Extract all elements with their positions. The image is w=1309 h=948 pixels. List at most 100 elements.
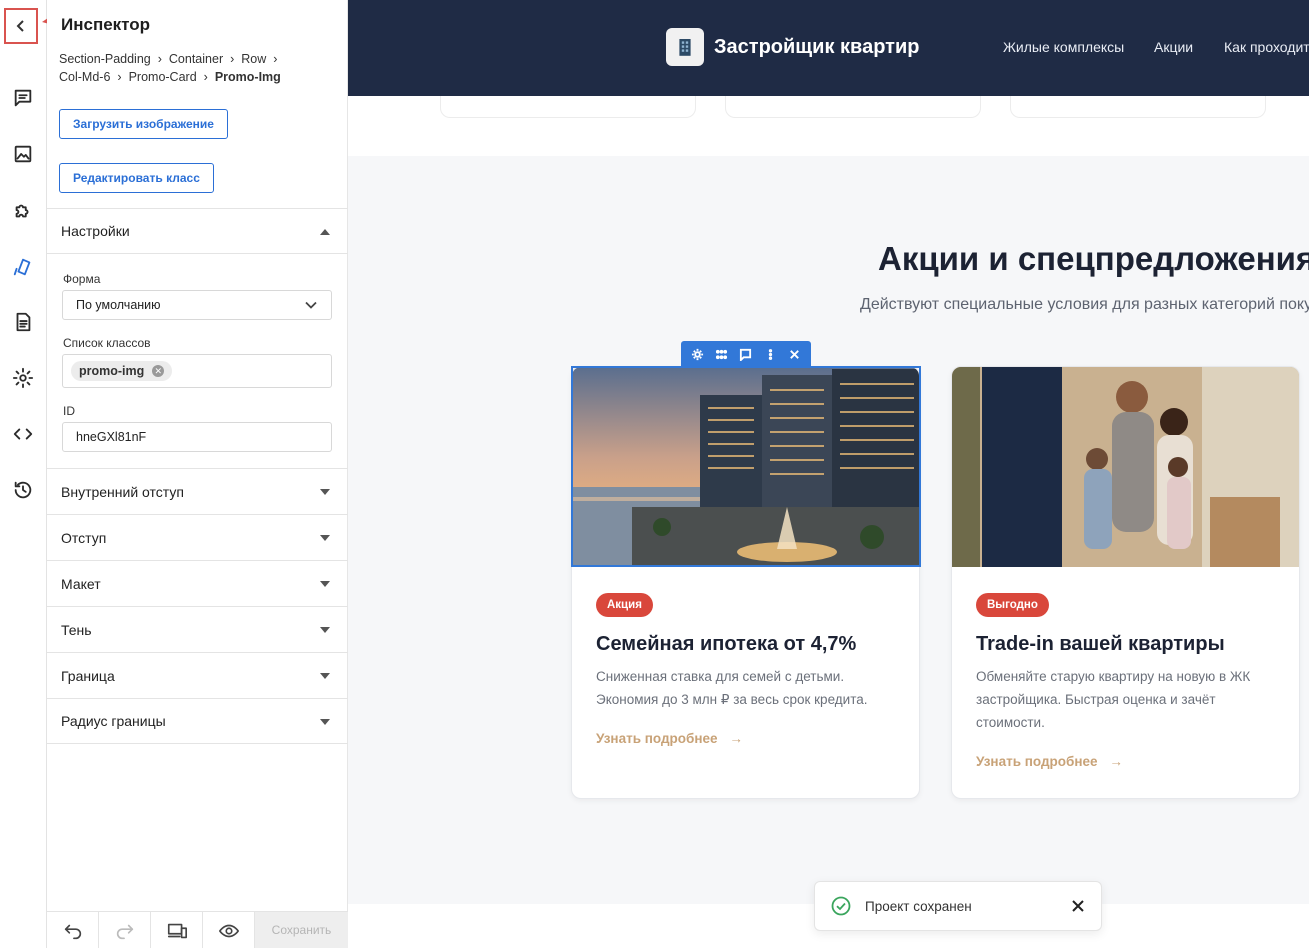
drag-handle-icon[interactable] [715, 348, 728, 361]
history-button[interactable] [8, 475, 38, 505]
building-icon [679, 39, 691, 56]
tool-rail [0, 0, 47, 948]
shadow-section-header[interactable]: Тень [47, 606, 348, 652]
more-vertical-icon[interactable] [764, 348, 777, 361]
brush-icon [13, 258, 31, 276]
chevron-left-icon [16, 20, 24, 32]
inspector-title: Инспектор [61, 15, 151, 34]
chevron-right-icon: › [203, 70, 208, 84]
learn-more-link[interactable]: Узнать подробнее → [976, 754, 1123, 769]
element-toolbar [681, 341, 811, 367]
caret-down-icon [320, 581, 330, 587]
undo-button[interactable] [47, 912, 99, 948]
close-icon[interactable] [788, 348, 801, 361]
media-button[interactable] [8, 139, 38, 169]
gear-icon [12, 367, 34, 389]
code-button[interactable] [8, 419, 38, 449]
style-button[interactable] [8, 252, 38, 282]
nav-link[interactable]: Как проходит [1224, 39, 1309, 55]
card-title: Семейная ипотека от 4,7% [596, 633, 857, 655]
margin-section-header[interactable]: Отступ [47, 514, 348, 560]
border-radius-section-header[interactable]: Радиус границы [47, 698, 348, 744]
section-title: Акции и спецпредложения [878, 240, 1309, 277]
comments-button[interactable] [8, 83, 38, 113]
border-section-header[interactable]: Граница [47, 652, 348, 698]
chevron-right-icon: › [117, 70, 122, 84]
id-label: ID [63, 404, 75, 418]
bottom-toolbar: Сохранить [47, 911, 348, 948]
class-chip-label: promo-img [79, 364, 145, 378]
breadcrumb-item[interactable]: Container [169, 52, 223, 66]
caret-down-icon [320, 489, 330, 495]
comment-icon [14, 89, 32, 107]
section-subtitle: Действуют специальные условия для разных… [860, 296, 1309, 313]
breadcrumb-item[interactable]: Section-Padding [59, 52, 151, 66]
caret-down-icon [320, 535, 330, 541]
upload-image-button[interactable]: Загрузить изображение [59, 109, 228, 139]
caret-down-icon [320, 673, 330, 679]
id-input[interactable]: hneGXl81nF [62, 422, 332, 452]
section-label: Радиус границы [61, 713, 166, 729]
building-photo-icon [572, 367, 919, 567]
learn-more-link[interactable]: Узнать подробнее → [596, 731, 743, 746]
puzzle-icon [15, 204, 29, 218]
breadcrumb-item[interactable]: Col-Md-6 [59, 70, 110, 84]
chevron-right-icon: › [157, 52, 162, 66]
comment-icon[interactable] [739, 348, 752, 361]
caret-up-icon [320, 229, 330, 235]
card-text: Сниженная ставка для семей с детьми. Эко… [596, 669, 868, 707]
history-icon [14, 481, 32, 499]
blocks-button[interactable] [8, 196, 38, 226]
arrow-right-icon: → [729, 731, 743, 746]
brand-logo[interactable] [666, 28, 704, 66]
section-label: Тень [61, 621, 92, 638]
shape-value: По умолчанию [76, 298, 161, 312]
promo-image[interactable] [952, 367, 1299, 567]
redo-icon [116, 924, 133, 939]
close-icon[interactable] [1071, 899, 1085, 913]
document-icon [16, 312, 31, 332]
promo-card[interactable]: Выгодно Trade-in вашей квартиры Обменяйт… [951, 366, 1300, 799]
chevron-down-icon [305, 301, 317, 309]
edit-class-button[interactable]: Редактировать класс [59, 163, 214, 193]
section-label: Внутренний отступ [61, 483, 184, 500]
card-title: Trade-in вашей квартиры [976, 633, 1225, 655]
preview-button[interactable] [203, 912, 255, 948]
class-list-input[interactable]: promo-img ✕ [62, 354, 332, 388]
promo-image[interactable] [572, 367, 919, 567]
collapse-panel-button[interactable] [4, 8, 38, 44]
section-label: Граница [61, 667, 115, 684]
promo-card[interactable]: Акция Семейная ипотека от 4,7% Сниженная… [571, 366, 920, 799]
code-icon [13, 428, 33, 440]
prev-card-stub [725, 96, 981, 118]
caret-down-icon [320, 627, 330, 633]
toast-message: Проект сохранен [865, 898, 972, 914]
layout-section-header[interactable]: Макет [47, 560, 348, 606]
check-circle-icon [831, 896, 851, 916]
settings-button[interactable] [8, 363, 38, 393]
shape-select[interactable]: По умолчанию [62, 290, 332, 320]
redo-button[interactable] [99, 912, 151, 948]
status-badge: Выгодно [976, 593, 1049, 617]
remove-chip-icon[interactable]: ✕ [152, 365, 165, 377]
nav-link[interactable]: Жилые комплексы [1003, 39, 1124, 55]
site-canvas: Застройщик квартир Жилые комплексы Акции… [348, 0, 1309, 948]
gear-icon[interactable] [691, 348, 704, 361]
prev-card-stub [440, 96, 696, 118]
nav-link[interactable]: Акции [1154, 39, 1193, 55]
save-button[interactable]: Сохранить [255, 912, 348, 948]
responsive-button[interactable] [151, 912, 203, 948]
settings-section-header[interactable]: Настройки [47, 208, 348, 254]
family-photo-icon [952, 367, 1299, 567]
pages-button[interactable] [8, 307, 38, 337]
devices-icon [167, 923, 187, 938]
undo-icon [64, 924, 81, 939]
breadcrumb-item[interactable]: Row [241, 52, 266, 66]
breadcrumb-item[interactable]: Promo-Card [129, 70, 197, 84]
page-builder: Инспектор Section-Padding › Container › Row ›… [0, 0, 1309, 948]
padding-section-header[interactable]: Внутренний отступ [47, 468, 348, 514]
section-label: Макет [61, 575, 101, 592]
card-text: Обменяйте старую квартиру на новую в ЖК … [976, 669, 1251, 730]
brand-name[interactable]: Застройщик квартир [714, 36, 919, 59]
inspector-panel: Инспектор Section-Padding › Container › Row ›… [47, 0, 348, 948]
